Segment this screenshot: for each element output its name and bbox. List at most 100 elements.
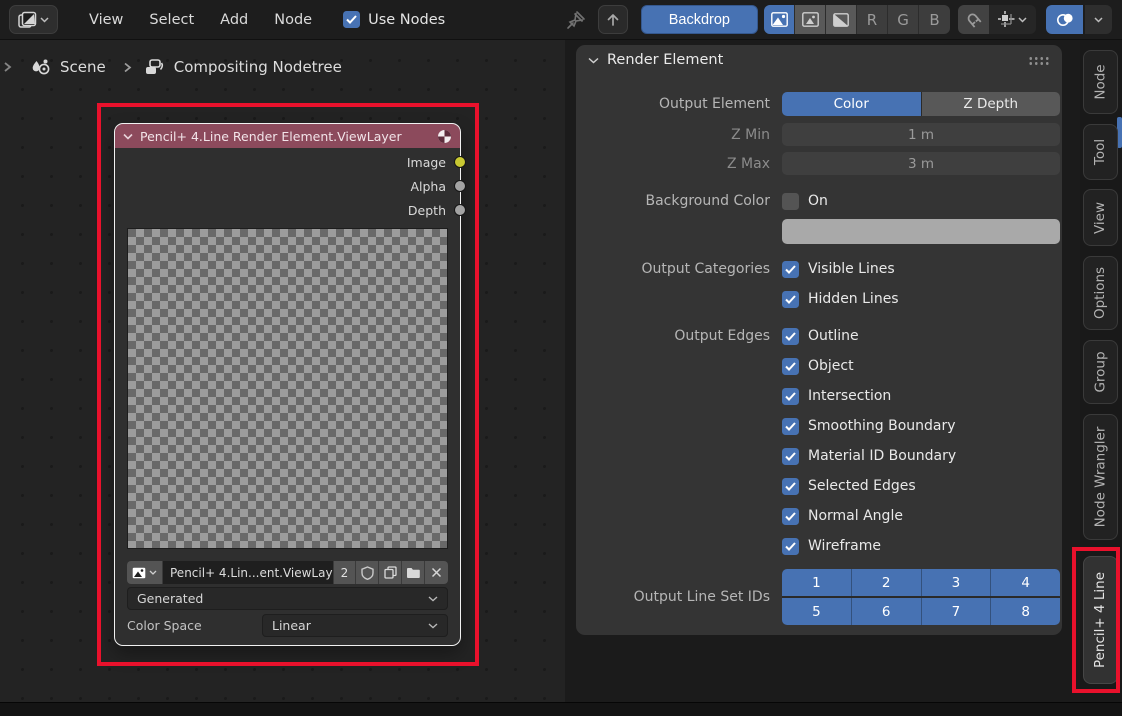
- output-edges-row: Normal Angle: [576, 505, 1062, 527]
- tab-label: Tool: [1092, 139, 1108, 165]
- image-users-count[interactable]: 2: [334, 561, 356, 584]
- checkbox-normal-angle[interactable]: Normal Angle: [782, 508, 1060, 525]
- line-set-ids-row: Output Line Set IDs 12345678: [576, 569, 1062, 625]
- use-nodes-checkbox[interactable]: Use Nodes: [343, 11, 445, 28]
- checkbox-intersection[interactable]: Intersection: [782, 388, 1060, 405]
- socket-label: Depth: [408, 203, 446, 218]
- tab-pencil-4-line[interactable]: Pencil+ 4 Line: [1083, 556, 1118, 684]
- socket-dot[interactable]: [454, 156, 466, 168]
- checkbox-icon: [782, 328, 799, 345]
- panel-header[interactable]: Render Element: [576, 45, 1062, 75]
- checkbox-label: Wireframe: [808, 538, 881, 554]
- socket-dot[interactable]: [454, 180, 466, 192]
- image-preview-checker: [127, 228, 448, 549]
- socket-dot[interactable]: [454, 204, 466, 216]
- backdrop-button[interactable]: Backdrop: [641, 5, 758, 34]
- channel-b-button[interactable]: B: [919, 5, 950, 34]
- tab-options[interactable]: Options: [1083, 256, 1118, 330]
- z-min-field[interactable]: 1 m: [782, 123, 1060, 146]
- panel-collapse-chevron-icon[interactable]: [588, 57, 599, 64]
- chevron-down-icon: [40, 17, 49, 23]
- checkbox-icon: [343, 11, 360, 28]
- channel-r-button[interactable]: R: [857, 5, 888, 34]
- breadcrumb-scene[interactable]: Scene: [60, 58, 106, 76]
- line-set-id-6[interactable]: 6: [852, 598, 922, 625]
- panel-title: Render Element: [607, 52, 723, 68]
- line-set-id-5[interactable]: 5: [782, 598, 852, 625]
- line-set-id-4[interactable]: 4: [991, 569, 1060, 596]
- checkbox-icon: [782, 508, 799, 525]
- line-set-id-8[interactable]: 8: [991, 598, 1060, 625]
- panel-drag-grip-icon[interactable]: [1028, 56, 1050, 65]
- menu-add[interactable]: Add: [207, 6, 261, 34]
- overlays-toggle[interactable]: [1046, 5, 1083, 34]
- background-color-swatch-row: [576, 219, 1062, 244]
- checkbox-object[interactable]: Object: [782, 358, 1060, 375]
- open-image-folder-icon[interactable]: [402, 561, 425, 584]
- channel-alpha-button[interactable]: [826, 5, 857, 34]
- node-header[interactable]: Pencil+ 4.Line Render Element.ViewLayer: [115, 124, 460, 148]
- checkbox-wireframe[interactable]: Wireframe: [782, 538, 1060, 555]
- output-categories-row: Output CategoriesVisible Lines: [576, 258, 1062, 280]
- collapse-chevron-icon[interactable]: [123, 133, 133, 140]
- image-name-field[interactable]: Pencil+ 4.Lin...ent.ViewLayer: [163, 561, 334, 584]
- checkbox-selected-edges[interactable]: Selected Edges: [782, 478, 1060, 495]
- checkbox-icon: [782, 388, 799, 405]
- breadcrumb-nodetree[interactable]: Compositing Nodetree: [174, 58, 342, 76]
- checkbox-outline[interactable]: Outline: [782, 328, 1060, 345]
- go-to-parent-button[interactable]: [598, 5, 628, 34]
- chevron-down-icon: [428, 623, 438, 629]
- channel-g-button[interactable]: G: [888, 5, 919, 34]
- output-edges-label: Output Edges: [576, 328, 782, 344]
- editor-type-dropdown[interactable]: [9, 5, 58, 34]
- overlays-dropdown[interactable]: [1085, 5, 1112, 34]
- snap-mode-dropdown[interactable]: [989, 5, 1036, 34]
- chevron-down-icon: [428, 596, 438, 602]
- line-set-id-3[interactable]: 3: [922, 569, 992, 596]
- render-element-node[interactable]: Pencil+ 4.Line Render Element.ViewLayer …: [115, 124, 460, 645]
- checkbox-material-id-boundary[interactable]: Material ID Boundary: [782, 448, 1060, 465]
- image-source-dropdown[interactable]: Generated: [127, 587, 448, 610]
- channel-color-alpha-button[interactable]: [795, 5, 826, 34]
- line-set-ids-label: Output Line Set IDs: [576, 589, 782, 605]
- tab-node-wrangler[interactable]: Node Wrangler: [1083, 414, 1118, 540]
- new-image-copy-icon[interactable]: [379, 561, 402, 584]
- tab-tool[interactable]: Tool: [1083, 124, 1118, 180]
- checkbox-icon: [782, 418, 799, 435]
- tab-view[interactable]: View: [1083, 189, 1118, 246]
- checkbox-visible-lines[interactable]: Visible Lines: [782, 261, 1060, 278]
- output-socket-row: Depth: [115, 198, 460, 222]
- line-set-id-grid: 12345678: [782, 569, 1060, 625]
- line-set-id-2[interactable]: 2: [852, 569, 922, 596]
- sidebar-tab-strip: Node Tool View Options Group Node Wrangler Pen…: [1080, 40, 1122, 716]
- tab-label: Options: [1093, 267, 1109, 319]
- background-color-swatch[interactable]: [782, 219, 1060, 244]
- menu-select[interactable]: Select: [136, 6, 207, 34]
- snap-magnet-icon[interactable]: [958, 5, 989, 34]
- output-edges-row: Smoothing Boundary: [576, 415, 1062, 437]
- output-edges-row: Intersection: [576, 385, 1062, 407]
- line-set-id-row: 5678: [782, 598, 1060, 625]
- menu-view[interactable]: View: [76, 6, 136, 34]
- color-space-dropdown[interactable]: Linear: [262, 614, 448, 637]
- nodetree-icon: [144, 57, 165, 77]
- menu-node[interactable]: Node: [261, 6, 325, 34]
- line-set-id-1[interactable]: 1: [782, 569, 852, 596]
- z-min-row: Z Min 1 m: [576, 123, 1062, 146]
- z-max-field[interactable]: 3 m: [782, 152, 1060, 175]
- node-editor-canvas[interactable]: Scene Compositing Nodetree Pencil+ 4.Lin…: [0, 40, 565, 702]
- background-color-on-checkbox[interactable]: On: [782, 193, 1060, 210]
- pin-icon[interactable]: [566, 10, 586, 30]
- channel-color-button[interactable]: [764, 5, 795, 34]
- line-set-id-7[interactable]: 7: [922, 598, 992, 625]
- region-expand-icon[interactable]: [2, 60, 18, 74]
- checkbox-hidden-lines[interactable]: Hidden Lines: [782, 291, 1060, 308]
- checkbox-smoothing-boundary[interactable]: Smoothing Boundary: [782, 418, 1060, 435]
- tab-group[interactable]: Group: [1083, 340, 1118, 404]
- tab-node[interactable]: Node: [1083, 50, 1118, 114]
- image-browse-dropdown[interactable]: [127, 561, 163, 584]
- fake-user-shield-icon[interactable]: [356, 561, 379, 584]
- unlink-x-icon[interactable]: [425, 561, 448, 584]
- output-element-option-z-depth[interactable]: Z Depth: [922, 92, 1061, 116]
- output-element-option-color[interactable]: Color: [782, 92, 921, 116]
